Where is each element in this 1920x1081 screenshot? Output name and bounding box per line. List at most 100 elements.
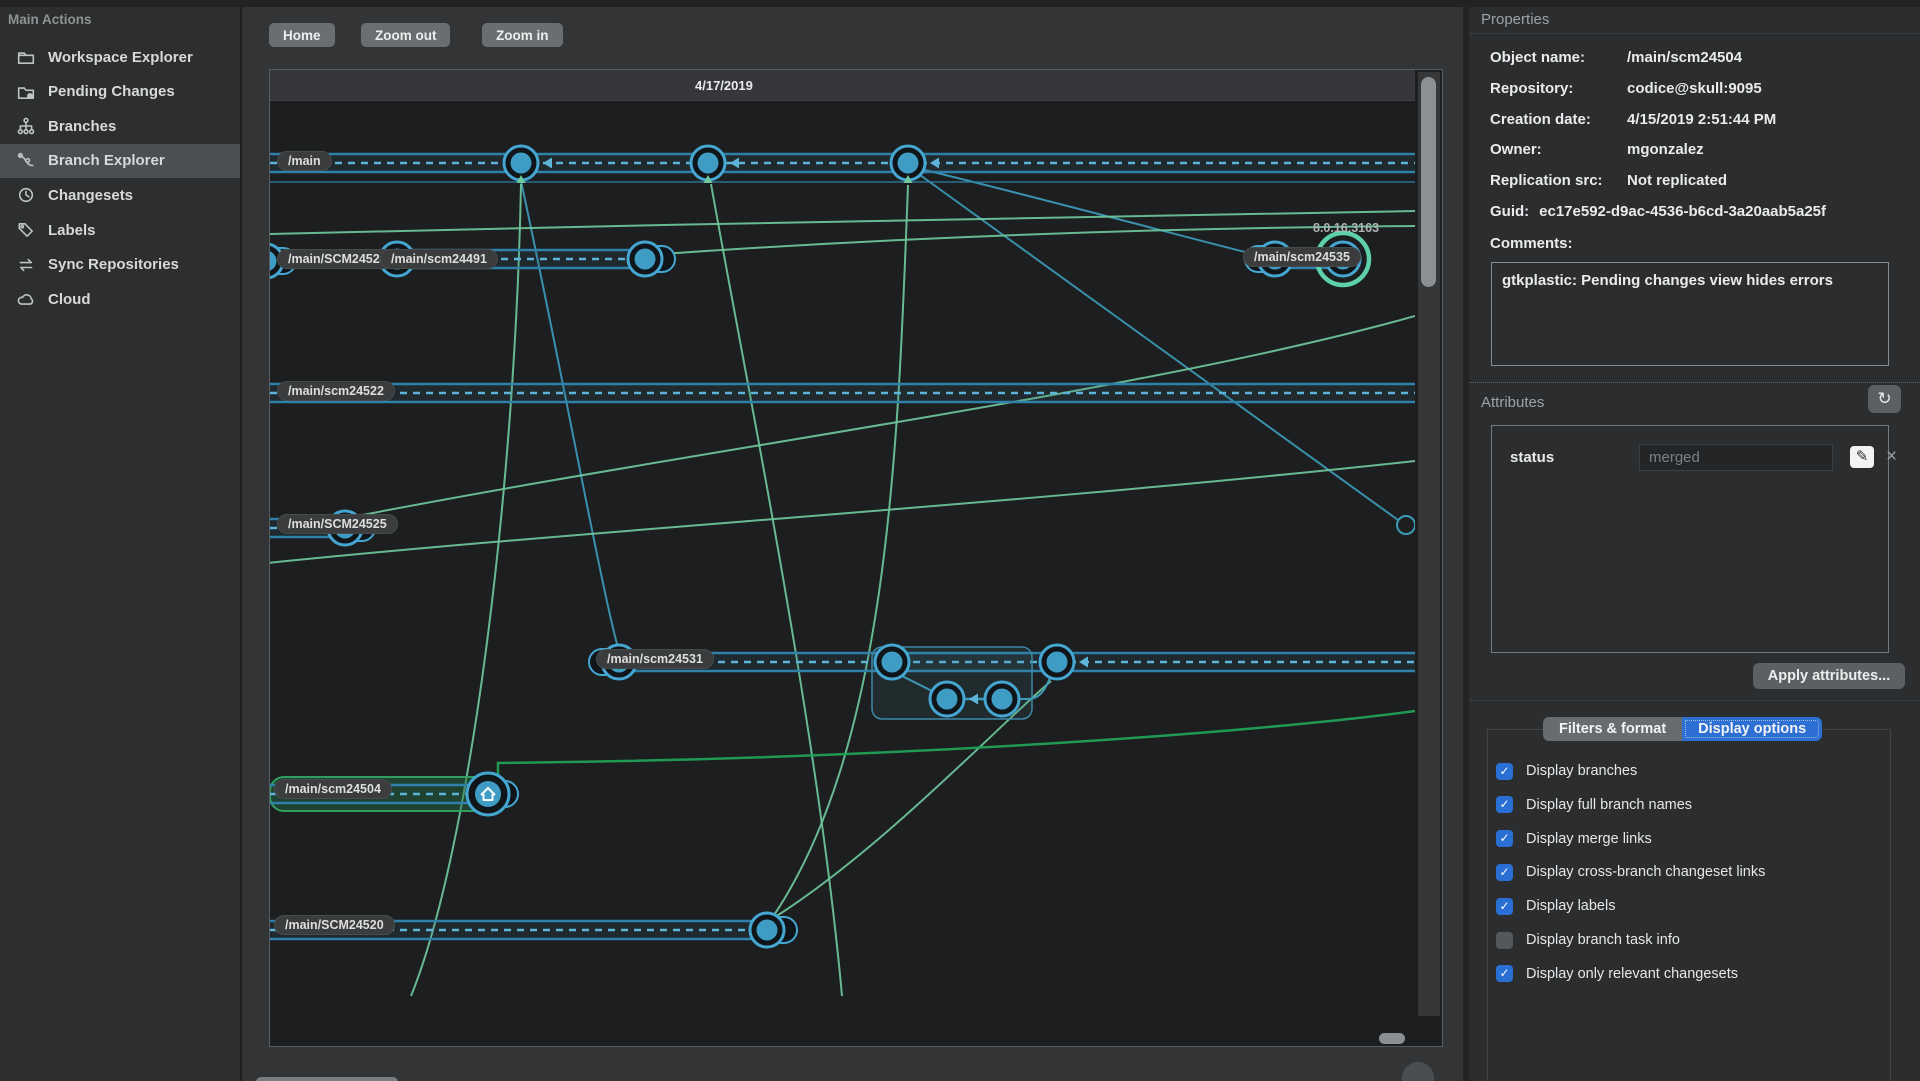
property-label: Object name: [1490, 49, 1586, 66]
checkbox-row-display-merge-links[interactable]: ✓ Display merge links [1496, 830, 1652, 848]
sidebar-header: Main Actions [8, 12, 92, 27]
branch-label[interactable]: /main/scm24535 [1243, 247, 1361, 267]
property-row: Replication src: Not replicated [1490, 172, 1727, 189]
properties-panel: Properties Object name: /main/scm24504 Rep… [1463, 0, 1920, 1081]
property-value: mgonzalez [1627, 141, 1704, 159]
merge-link [769, 184, 909, 922]
checkbox-icon[interactable]: ✓ [1496, 863, 1513, 881]
sidebar-item-label: Cloud [48, 290, 91, 308]
checkbox-row-display-labels[interactable]: ✓ Display labels [1496, 897, 1615, 915]
home-button[interactable]: Home [269, 23, 335, 47]
branch-label[interactable]: /main/SCM24525 [277, 514, 398, 534]
branch-diagram-canvas[interactable]: 4/17/2019 /main/main/SCM24524/main/scm24… [269, 69, 1443, 1047]
property-row: Guid: ec17e592-d9ac-4536-b6cd-3a20aab5a25… [1490, 203, 1826, 220]
sidebar-item-labels[interactable]: Labels [0, 213, 240, 247]
sidebar-item-changesets[interactable]: Changesets [0, 178, 240, 212]
checkbox-label: Display cross-branch changeset links [1526, 864, 1766, 881]
changesets-clock-icon [17, 186, 35, 204]
sidebar-item-label: Branches [48, 117, 117, 135]
folder-pending-icon [17, 83, 35, 101]
branch-label[interactable]: /main [277, 151, 332, 171]
property-label: Creation date: [1490, 110, 1591, 128]
changeset-node[interactable] [928, 680, 966, 718]
sidebar-item-label: Changesets [48, 186, 134, 204]
bottom-toolbar-partial-button[interactable] [256, 1077, 398, 1081]
sidebar-item-sync-repositories[interactable]: Sync Repositories [0, 248, 240, 282]
home-changeset-node[interactable] [465, 771, 519, 817]
property-value: /main/scm24504 [1627, 49, 1743, 66]
branch-explorer-icon [17, 152, 35, 170]
sidebar-item-pending-changes[interactable]: Pending Changes [0, 75, 240, 109]
zoom-in-button[interactable]: Zoom in [482, 23, 563, 47]
property-label: Comments: [1490, 235, 1573, 252]
sidebar-item-branches[interactable]: Branches [0, 109, 240, 143]
sidebar-item-label: Branch Explorer [48, 152, 165, 170]
apply-attributes-button[interactable]: Apply attributes... [1753, 663, 1905, 689]
sidebar-item-cloud[interactable]: Cloud [0, 282, 240, 316]
changeset-node[interactable] [889, 144, 927, 182]
checkbox-label: Display only relevant changesets [1526, 965, 1738, 982]
tab-filters-format[interactable]: Filters & format [1543, 717, 1683, 741]
checkbox-row-display-full-branch-names[interactable]: ✓ Display full branch names [1496, 796, 1692, 814]
changeset-node[interactable] [626, 240, 676, 278]
attribute-value-field[interactable]: merged [1639, 444, 1833, 471]
merge-link [270, 210, 1415, 235]
zoom-out-button[interactable]: Zoom out [361, 23, 451, 47]
merge-link [710, 183, 843, 997]
canvas-vertical-scrollbar[interactable] [1418, 72, 1440, 1016]
checkbox-icon[interactable]: ✓ [1496, 830, 1513, 848]
checkbox-label: Display branch task info [1526, 932, 1680, 948]
changeset-node[interactable] [983, 680, 1021, 718]
tag-icon [17, 221, 35, 239]
checkbox-row-display-cross-branch-changeset-links[interactable]: ✓ Display cross-branch changeset links [1496, 863, 1765, 881]
branch-explorer-window: Main Actions Workspace Explorer Pending C… [0, 0, 1920, 1081]
changeset-node[interactable] [873, 643, 911, 681]
horizontal-scrollbar-thumb[interactable] [1379, 1033, 1405, 1044]
remove-icon[interactable]: × [1886, 446, 1897, 468]
changeset-node[interactable] [689, 144, 727, 182]
sidebar-item-branch-explorer[interactable]: Branch Explorer [0, 143, 240, 178]
changeset-node[interactable] [748, 911, 798, 949]
comments-box[interactable]: gtkplastic: Pending changes view hides e… [1491, 262, 1889, 366]
checkbox-icon[interactable]: ✓ [1496, 762, 1513, 780]
checkbox-label: Display labels [1526, 898, 1616, 915]
checkbox-icon[interactable]: ✓ [1496, 796, 1513, 814]
attribute-row: status merged ✎ × [1510, 443, 1897, 473]
tab-display-options[interactable]: Display options [1682, 717, 1823, 741]
attributes-list: status merged ✎ × [1491, 425, 1897, 653]
property-row: Owner: mgonzalez [1490, 141, 1704, 158]
branch-label[interactable]: /main/SCM24520 [274, 915, 395, 935]
changeset-node[interactable] [1038, 643, 1076, 681]
checkbox-label: Display merge links [1526, 830, 1652, 847]
sync-arrows-icon [17, 256, 35, 274]
sidebar-item-label: Workspace Explorer [48, 48, 193, 66]
branch-label[interactable]: /main/scm24491 [380, 249, 498, 269]
checkbox-row-display-only-relevant-changesets[interactable]: ✓ Display only relevant changesets [1496, 965, 1738, 983]
sidebar-item-workspace-explorer[interactable]: Workspace Explorer [0, 40, 240, 74]
refresh-icon[interactable]: ↻ [1868, 385, 1901, 413]
checkbox-row-display-branch-task-info[interactable]: Display branch task info [1496, 931, 1680, 949]
edit-icon[interactable]: ✎ [1850, 446, 1874, 468]
cloud-icon [17, 290, 35, 308]
merge-link [270, 460, 1415, 564]
bottom-fab-partial[interactable] [1402, 1062, 1434, 1081]
comments-label: Comments: [1490, 235, 1627, 252]
vertical-scrollbar-thumb[interactable] [1421, 77, 1436, 287]
property-row: Repository: codice@skull:9095 [1490, 80, 1762, 97]
branch-label[interactable]: /main/scm24504 [274, 779, 392, 799]
branch-graph-svg[interactable] [270, 70, 1415, 1026]
property-row: Creation date: 4/15/2019 2:51:44 PM [1490, 111, 1776, 128]
changeset-node[interactable] [502, 144, 540, 182]
sidebar-item-label: Sync Repositories [48, 256, 179, 274]
property-label: Guid: [1490, 203, 1530, 220]
branches-icon [17, 117, 35, 135]
sidebar: Main Actions Workspace Explorer Pending C… [0, 0, 242, 1081]
checkbox-row-display-branches[interactable]: ✓ Display branches [1496, 762, 1637, 780]
branch-label[interactable]: /main/scm24531 [596, 649, 714, 669]
checkbox-icon[interactable]: ✓ [1496, 897, 1513, 915]
checkbox-icon[interactable] [1496, 931, 1513, 949]
properties-title: Properties [1481, 11, 1550, 28]
checkbox-icon[interactable]: ✓ [1496, 965, 1513, 983]
branch-label[interactable]: /main/scm24522 [277, 381, 395, 401]
property-value: codice@skull:9095 [1627, 79, 1762, 97]
